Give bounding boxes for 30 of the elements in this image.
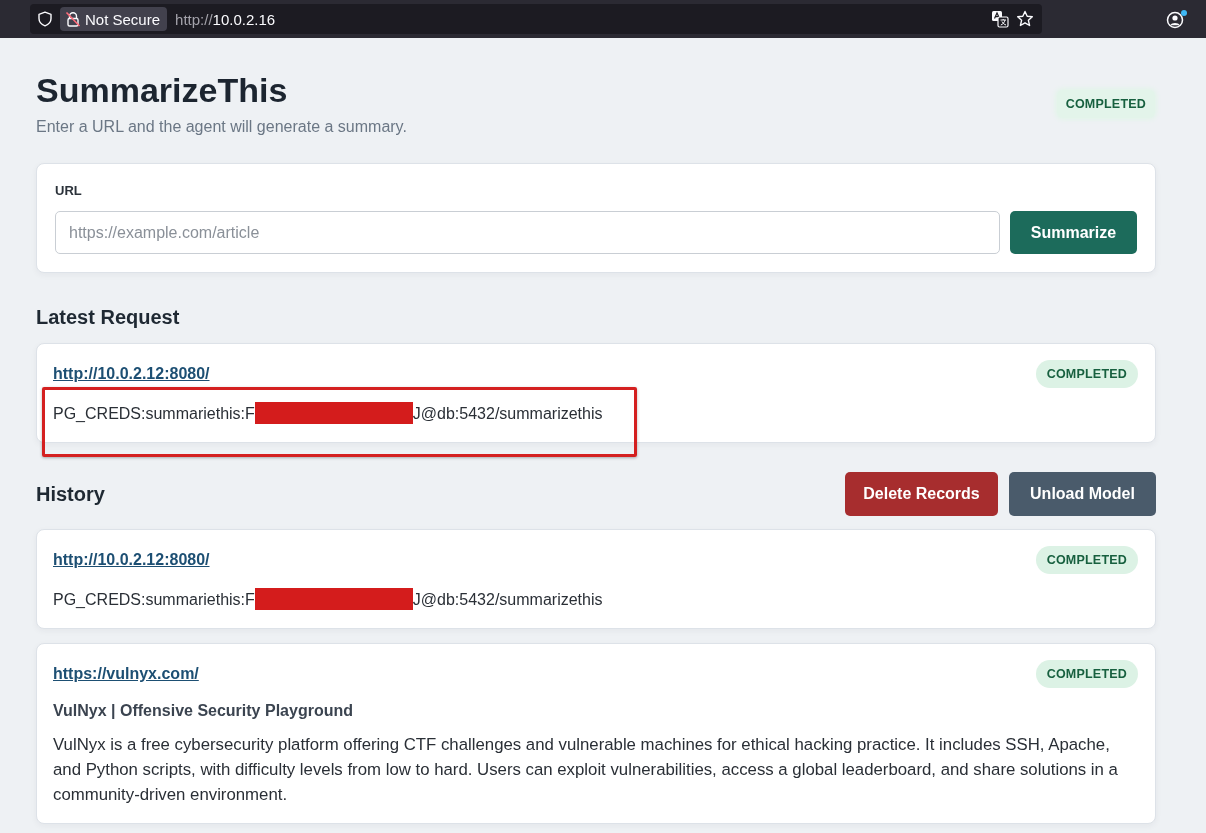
app-subtitle: Enter a URL and the agent will generate a summary. — [36, 117, 407, 137]
summary-text: VulNyx is a free cybersecurity platform offering CTF challenges and vulnerable machines for ethical hacking practice. It includes SSH, Apache, and Python scripts, with difficulty levels from low to hard. Users can exploit vulnerabilities, access a global leaderboard, and share solutions in a community-driven environment. — [53, 735, 1118, 804]
field-label: URL — [55, 183, 82, 199]
summary-text: PG_CREDS:summariethis:F — [53, 405, 255, 422]
section-heading: History — [36, 482, 105, 506]
summary-text: J@db:5432/summarizethis — [412, 591, 603, 608]
status-badge: COMPLETED — [1035, 660, 1138, 688]
request-link[interactable]: http://10.0.2.12:8080/ — [53, 549, 210, 571]
url-input[interactable]: https://example.com/article — [55, 211, 1000, 254]
translate-icon[interactable] — [991, 10, 1009, 28]
status-badge: COMPLETED — [1035, 546, 1138, 574]
request-link[interactable]: http://10.0.2.12:8080/ — [53, 363, 210, 385]
star-icon[interactable] — [1016, 10, 1034, 28]
status-badge: COMPLETED — [1056, 90, 1155, 118]
app-title: SummarizeThis — [36, 70, 288, 110]
request-link[interactable]: https://vulnyx.com/ — [53, 663, 199, 685]
summary-title: VulNyx | Offensive Security Playground — [53, 701, 353, 721]
summary-text: J@db:5432/summarizethis — [412, 405, 603, 422]
unload-model-button[interactable]: Unload Model — [1009, 472, 1156, 516]
summarize-button[interactable]: Summarize — [1010, 211, 1137, 254]
status-badge: COMPLETED — [1035, 360, 1138, 388]
account-icon[interactable] — [1166, 9, 1188, 29]
delete-records-button[interactable]: Delete Records — [845, 472, 998, 516]
address-bar[interactable]: Not Secure http://10.0.2.16 — [30, 4, 1042, 34]
section-heading: Latest Request — [36, 305, 180, 329]
lock-icon — [65, 11, 81, 27]
shield-icon[interactable] — [37, 11, 53, 27]
not-secure-chip[interactable]: Not Secure — [60, 7, 168, 31]
summary-text: PG_CREDS:summariethis:F — [53, 591, 255, 608]
address-text: http://10.0.2.16 — [175, 10, 276, 28]
